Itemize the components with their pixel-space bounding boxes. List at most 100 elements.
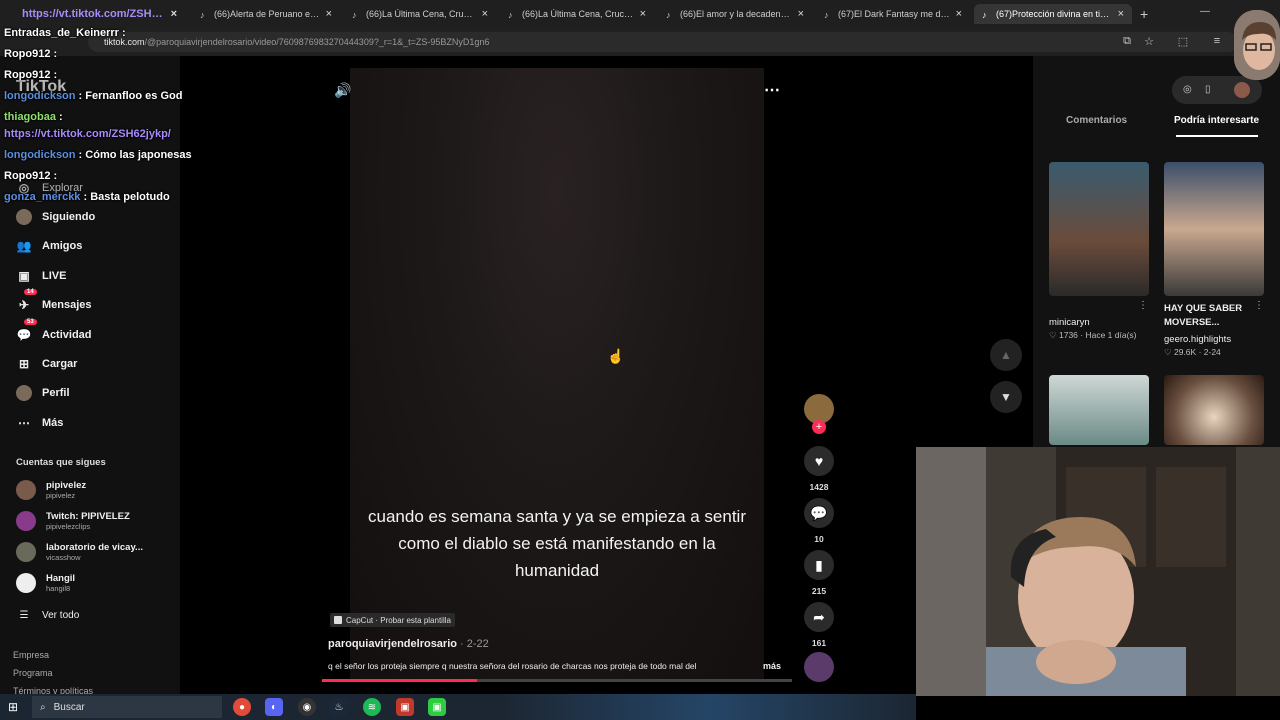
tab-title: (66)Alerta de Peruano en Argen <box>214 9 320 19</box>
tiktok-favicon-icon: ♪ <box>508 9 513 20</box>
following-handle: hangil8 <box>46 584 71 593</box>
tab-title: https://vt.tiktok.com/ZSH6YXYYg/ <box>22 8 165 20</box>
cursor-icon: ☝ <box>607 348 625 364</box>
following-account[interactable]: Twitch: PIPIVELEZ pipivelezclips <box>16 511 130 531</box>
browser-tab[interactable]: ♪ (67)Protección divina en tiemp × <box>974 4 1132 24</box>
card-more-icon[interactable]: ⋮ <box>1138 300 1148 311</box>
comment-button[interactable]: 💬 10 <box>804 498 834 544</box>
browser-tab[interactable]: ♪ (66)Alerta de Peruano en Argen × <box>192 4 340 24</box>
suggested-user[interactable]: minicaryn <box>1049 316 1090 330</box>
close-tab-icon[interactable]: × <box>798 8 804 20</box>
video-player[interactable] <box>350 68 764 680</box>
chat-message: Ropo912 : <box>4 170 57 182</box>
bookmark-star-icon[interactable]: ☆ <box>1142 35 1156 49</box>
browser-tab[interactable]: ♪ (66)La Última Cena, Crucifixión × <box>344 4 496 24</box>
following-account-text: pipivelez pipivelez <box>46 480 86 500</box>
chat-separator: : <box>50 48 58 60</box>
share-count: 161 <box>811 638 827 648</box>
video-author[interactable]: paroquiavirjendelrosario · 2-22 <box>328 638 489 650</box>
share-icon: ➦ <box>804 602 834 632</box>
more-options-icon[interactable]: ⋯ <box>764 80 780 100</box>
see-all-link[interactable]: ☰ Ver todo <box>16 607 80 623</box>
extensions-icon[interactable]: ⬚ <box>1176 35 1190 49</box>
footer-link-empresa[interactable]: Empresa <box>13 650 49 660</box>
sidebar-item-amigos[interactable]: 👥 Amigos <box>16 238 83 254</box>
chat-separator: : <box>118 27 126 39</box>
media-controls-icon[interactable]: ≡ <box>1210 35 1224 49</box>
following-account-text: laboratorio de vicay... vicasshow <box>46 542 143 562</box>
windows-start-icon[interactable]: ⊞ <box>8 700 18 714</box>
app-icon[interactable]: ▣ <box>428 698 446 716</box>
suggested-thumbnail[interactable] <box>1049 162 1149 296</box>
like-button[interactable]: ♥ 1428 <box>804 446 834 492</box>
following-avatar-icon <box>16 209 32 225</box>
chat-username: longodickson <box>4 149 76 161</box>
app-icon[interactable]: ▣ <box>396 698 414 716</box>
next-video-button[interactable]: ▼ <box>990 381 1022 413</box>
more-icon: ⋯ <box>18 415 30 430</box>
taskbar-search[interactable]: ⌕ Buscar <box>32 696 222 718</box>
sidebar-item-perfil[interactable]: Perfil <box>16 385 70 402</box>
capcut-icon <box>334 616 342 624</box>
tab-title: (67)El Dark Fantasy me da vida <box>838 9 950 19</box>
sidebar-item-actividad[interactable]: 💬 53 Actividad <box>16 318 92 343</box>
following-handle: pipivelez <box>46 491 76 500</box>
sidebar-item-siguiendo[interactable]: Siguiendo <box>16 209 95 225</box>
suggested-user[interactable]: geero.highlights <box>1164 333 1231 347</box>
share-button[interactable]: ➦ 161 <box>804 602 834 648</box>
compass-small-icon[interactable]: ◎ <box>1183 84 1192 95</box>
close-tab-icon[interactable]: × <box>956 8 962 20</box>
more-description-button[interactable]: más <box>763 661 781 671</box>
steam-icon[interactable]: ♨ <box>330 698 348 716</box>
tab-title: (67)Protección divina en tiemp <box>996 9 1112 19</box>
discord-icon[interactable]: ◐ <box>265 698 283 716</box>
suggested-thumbnail[interactable] <box>1164 162 1264 296</box>
music-disc-icon[interactable] <box>804 652 834 682</box>
footer-link-programa[interactable]: Programa <box>13 668 53 678</box>
tab-comments[interactable]: Comentarios <box>1066 115 1127 126</box>
following-account[interactable]: Hangil hangil8 <box>16 573 75 593</box>
card-more-icon[interactable]: ⋮ <box>1254 300 1264 311</box>
chrome-icon[interactable]: ● <box>233 698 251 716</box>
capcut-template-link[interactable]: CapCut · Probar esta plantilla <box>330 613 455 627</box>
chat-separator: : <box>50 69 58 81</box>
browser-tab[interactable]: ♪ (67)El Dark Fantasy me da vida × <box>816 4 970 24</box>
close-tab-icon[interactable]: × <box>326 8 332 20</box>
minimize-icon[interactable]: — <box>1200 6 1210 17</box>
user-avatar[interactable] <box>1234 82 1250 98</box>
browser-tab[interactable]: https://vt.tiktok.com/ZSH6YXYYg/ × <box>0 4 185 24</box>
phone-icon[interactable]: ▯ <box>1205 84 1211 95</box>
new-tab-button[interactable]: + <box>1140 6 1148 22</box>
spotify-icon[interactable]: ≋ <box>363 698 381 716</box>
suggested-thumbnail[interactable] <box>1164 375 1264 445</box>
suggested-caption[interactable]: HAY QUE SABER MOVERSE... <box>1164 302 1252 330</box>
volume-icon[interactable]: 🔊 <box>334 82 351 99</box>
previous-video-button[interactable]: ▲ <box>990 339 1022 371</box>
save-button[interactable]: ▮ 215 <box>804 550 834 596</box>
chat-username: longodickson <box>4 90 76 102</box>
close-tab-icon[interactable]: × <box>640 8 646 20</box>
url-text[interactable]: tiktok.com/@paroquiavirjendelrosario/vid… <box>104 37 489 47</box>
sidebar-item-más[interactable]: ⋯ Más <box>16 415 63 431</box>
sidebar-item-live[interactable]: ▣ LIVE <box>16 268 66 284</box>
close-tab-icon[interactable]: × <box>171 8 177 20</box>
close-tab-icon[interactable]: × <box>482 8 488 20</box>
following-account[interactable]: pipivelez pipivelez <box>16 480 86 500</box>
tab-title: (66)La Última Cena, Crucifixión <box>366 9 476 19</box>
following-account-text: Twitch: PIPIVELEZ pipivelezclips <box>46 511 130 531</box>
sidebar-item-mensajes[interactable]: ✈ 14 Mensajes <box>16 289 92 313</box>
following-account[interactable]: laboratorio de vicay... vicasshow <box>16 542 143 562</box>
chat-text: Basta pelotudo <box>90 191 170 203</box>
tab-suggested[interactable]: Podría interesarte <box>1174 115 1259 126</box>
install-app-icon[interactable]: ⧉ <box>1120 35 1134 49</box>
follow-plus-icon[interactable]: + <box>812 420 826 434</box>
notification-badge: 14 <box>24 289 37 296</box>
friends-icon: 👥 <box>16 239 32 254</box>
suggested-thumbnail[interactable] <box>1049 375 1149 445</box>
browser-tab[interactable]: ♪ (66)La Última Cena, Crucifixión × <box>500 4 654 24</box>
obs-icon[interactable]: ◉ <box>298 698 316 716</box>
sidebar-item-cargar[interactable]: ⊞ Cargar <box>16 356 78 372</box>
browser-tab[interactable]: ♪ (66)El amor y la decadencia en × <box>658 4 812 24</box>
close-tab-icon[interactable]: × <box>1118 8 1124 20</box>
sidebar-item-label: Mensajes <box>42 299 92 312</box>
